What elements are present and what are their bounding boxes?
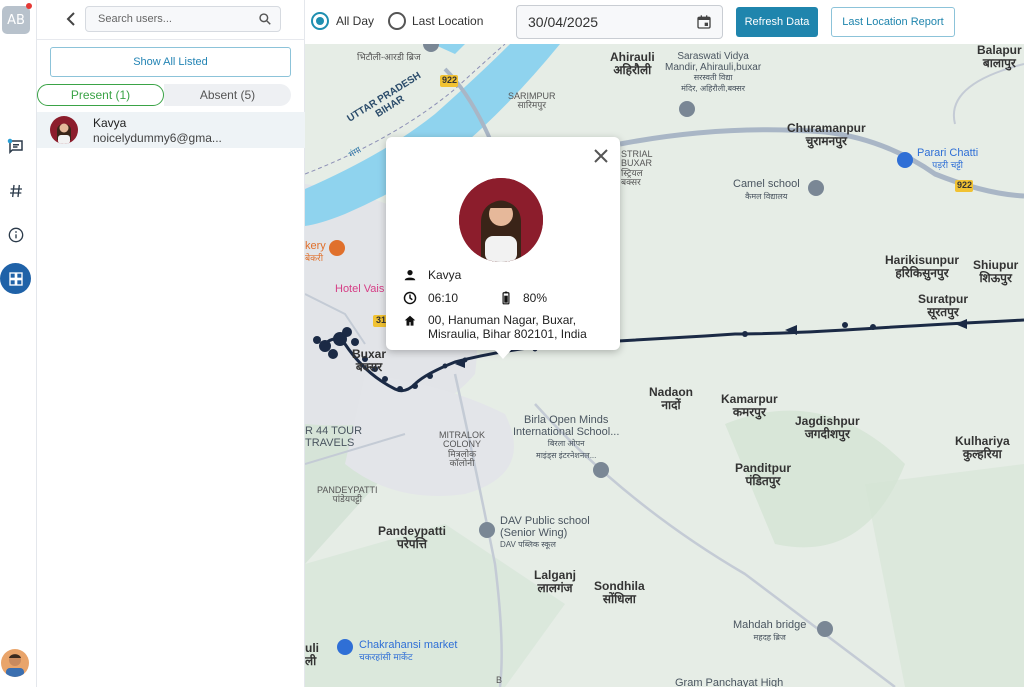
dashboard-icon[interactable] xyxy=(0,263,31,294)
road-shield-922-b: 922 xyxy=(957,180,973,190)
popup-time: 06:10 xyxy=(428,291,459,305)
tab-absent[interactable]: Absent (5) xyxy=(164,84,291,106)
map-label-pandeypatti: Pandeypatti परेपत्ति xyxy=(378,524,447,551)
battery-icon xyxy=(502,291,510,305)
back-button[interactable] xyxy=(61,9,81,29)
date-value: 30/04/2025 xyxy=(528,14,599,30)
road-shield-31: 31 xyxy=(376,315,387,325)
user-avatar xyxy=(50,116,78,144)
map-label-lalganj: Lalganj लालगंज xyxy=(534,568,577,595)
map-label-kamarpur: Kamarpur कमरपुर xyxy=(721,392,778,419)
map-label-mahdah-bridge: Mahdah bridge महदह ब्रिज xyxy=(733,619,807,642)
map-label-jagdishpur: Jagdishpur जगदीशपुर xyxy=(795,414,860,441)
chevron-left-icon xyxy=(66,12,75,26)
map-label-uli: uli ली xyxy=(305,641,319,668)
map-label-industrial: STRIAL BUXAR स्ट्रियल बक्सर xyxy=(621,149,653,188)
left-rail: AB xyxy=(0,0,37,687)
date-picker[interactable]: 30/04/2025 xyxy=(516,5,723,39)
map-label-bridge: भिटौली-आरडी ब्रिज xyxy=(357,52,421,62)
refresh-data-button[interactable]: Refresh Data xyxy=(736,7,818,37)
map-label-balapur: Balapur बालापुर xyxy=(977,44,1022,70)
map-label-churamanpur: Churamanpur चुरामनपुर xyxy=(787,121,866,148)
home-icon xyxy=(404,315,416,326)
popup-address-line2: Misraulia, Bihar 802101, India xyxy=(428,327,587,341)
user-list-item[interactable]: Kavya noicelydummy6@gma... xyxy=(37,112,305,148)
map-label-gram-panchayat: Gram Panchayat High xyxy=(675,677,784,687)
map-toolbar: All Day Last Location 30/04/2025 Refresh… xyxy=(305,0,1024,44)
popup-user-photo xyxy=(459,178,543,262)
popup-name: Kavya xyxy=(428,268,462,282)
map-label-panditpur: Panditpur पंडितपुर xyxy=(735,461,791,488)
account-avatar[interactable]: AB xyxy=(2,6,30,34)
person-icon xyxy=(404,270,416,281)
chat-icon[interactable] xyxy=(5,136,27,158)
map-label-pandeypatti-small: PANDEYPATTI पांडेयपट्टी xyxy=(317,485,378,505)
tab-present[interactable]: Present (1) xyxy=(37,84,164,106)
map-label-kulhariya: Kulhariya कुल्हरिया xyxy=(955,434,1010,461)
calendar-icon[interactable] xyxy=(696,14,712,30)
map-label-road-b: B xyxy=(496,675,503,685)
map-label-sondhila: Sondhila सोंधिला xyxy=(594,579,645,606)
map-label-hotel: Hotel Vais xyxy=(335,283,385,295)
map-label-tour-travels: R 44 TOUR TRAVELS xyxy=(305,425,363,449)
map-label-mitralok-colony: MITRALOK COLONY मित्रलोक कॉलोनी xyxy=(439,430,486,469)
user-profile-avatar[interactable] xyxy=(1,649,29,677)
search-icon[interactable] xyxy=(258,12,272,26)
radio-all-day[interactable] xyxy=(311,12,329,30)
map-label-birla-school: Birla Open Minds International School... ब… xyxy=(513,414,620,460)
close-icon[interactable] xyxy=(594,149,608,163)
map-label-buxar: Buxar बक्सर xyxy=(352,347,387,374)
popup-battery: 80% xyxy=(523,291,548,305)
road-shield-922-a: 922 xyxy=(442,75,458,85)
map-label-ahirauli: Ahirauli अहिरौली xyxy=(610,50,655,77)
map-label-suratpur: Suratpur सूरतपुर xyxy=(918,292,969,319)
map-label-parari-chatti: Parari Chatti पड़री चट्टी xyxy=(917,147,979,170)
location-popup: Kavya 06:10 80% 00, Hanuman Nagar, Buxar… xyxy=(386,137,620,359)
search-box xyxy=(85,6,281,32)
hashtag-icon[interactable] xyxy=(5,180,27,202)
clock-icon xyxy=(403,291,417,305)
map-label-harikisunpur: Harikisunpur हरिकिसुनपुर xyxy=(885,253,960,280)
search-input[interactable] xyxy=(98,10,248,28)
map-label-chakrahansi-market: Chakrahansi market चकरहांसी मार्केट xyxy=(359,639,458,662)
map-label-sarimpur: SARIMPUR सारिमपुर xyxy=(508,91,556,111)
map-label-nadaon: Nadaon नादों xyxy=(649,385,694,412)
last-location-report-button[interactable]: Last Location Report xyxy=(831,7,955,37)
popup-address-line1: 00, Hanuman Nagar, Buxar, xyxy=(428,313,577,327)
panel-header xyxy=(37,0,305,40)
notification-dot xyxy=(26,3,32,9)
info-icon[interactable] xyxy=(5,224,27,246)
map-label-camel-school: Camel school कैमल विद्यालय xyxy=(733,178,800,201)
radio-last-location[interactable] xyxy=(388,12,406,30)
map-label-bakery: kery बेकरी xyxy=(305,240,326,263)
radio-all-day-label[interactable]: All Day xyxy=(336,14,374,28)
attendance-tabs: Present (1) Absent (5) xyxy=(37,84,291,106)
user-email: noicelydummy6@gma... xyxy=(93,131,222,145)
map-label-shiupur: Shiupur शिऊपुर xyxy=(973,258,1019,285)
radio-last-location-label[interactable]: Last Location xyxy=(412,14,483,28)
show-all-listed-button[interactable]: Show All Listed xyxy=(50,47,291,77)
map-label-saraswati: Saraswati Vidya Mandir, Ahirauli,buxar सरस… xyxy=(665,51,762,93)
user-name: Kavya xyxy=(93,116,127,130)
map-label-dav-school: DAV Public school (Senior Wing) DAV पब्लिक… xyxy=(500,515,590,550)
users-panel: Show All Listed Present (1) Absent (5) K… xyxy=(37,0,305,687)
